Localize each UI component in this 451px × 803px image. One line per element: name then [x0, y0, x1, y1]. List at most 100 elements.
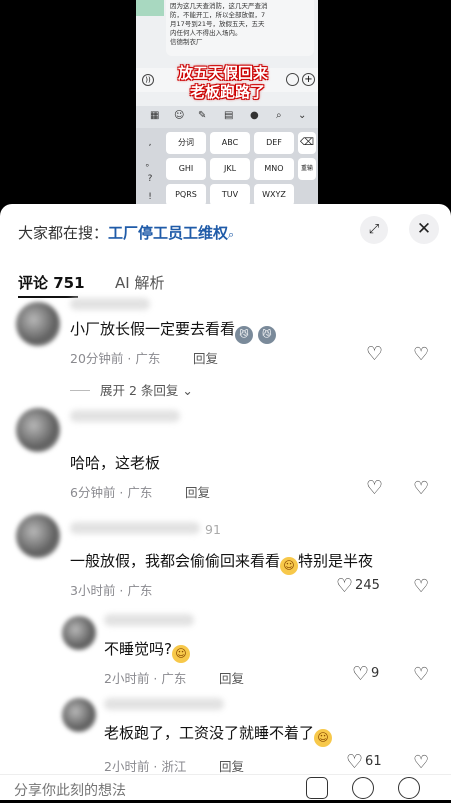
dislike-icon[interactable]: ♡: [413, 752, 429, 773]
voice-icon: )): [142, 74, 154, 86]
video-frame: 因为这几天查消防，这几天严查消 防，不能开工，所以全部放假，7 月17号到21号…: [0, 0, 451, 210]
keyboard-side-key: ?: [147, 174, 153, 184]
comment-time: 3小时前 · 广东: [70, 583, 153, 598]
like-button[interactable]: ♡: [366, 343, 383, 365]
keyboard-key: DEF: [254, 132, 294, 154]
tab-underline: [18, 296, 78, 298]
comment-text: 小厂放长假一定要去看看 😼 😼: [70, 318, 276, 344]
edit-icon: ✎: [198, 110, 207, 121]
cat-emoji-icon: 😼: [257, 326, 276, 344]
keyboard-key: JKL: [210, 158, 250, 180]
close-icon[interactable]: ✕: [409, 214, 439, 244]
emoji-icon: [286, 73, 299, 86]
keyboard-key: MNO: [254, 158, 294, 180]
reply-body: 不睡觉吗?: [104, 640, 172, 658]
like-button[interactable]: ♡ 9: [352, 663, 379, 685]
reply-text: 不睡觉吗? ☺: [104, 638, 190, 663]
chat-line: 信德制衣厂: [170, 38, 203, 46]
keyboard-key: WXYZ: [254, 184, 294, 206]
dislike-icon[interactable]: ♡: [413, 576, 429, 597]
heart-icon: ♡: [352, 663, 370, 685]
keyboard-side-key: ,: [148, 138, 152, 148]
expand-replies-label: 展开 2 条回复: [100, 383, 179, 398]
tab-comments[interactable]: 评论 751: [18, 272, 85, 293]
keyboard-key: PQRS: [166, 184, 206, 206]
heart-icon: ♡: [346, 751, 364, 773]
like-count: 9: [371, 666, 380, 681]
search-icon: ⌕: [228, 228, 235, 241]
keyboard-key: GHI: [166, 158, 206, 180]
chevron-down-icon: ⌄: [182, 383, 193, 398]
dislike-icon[interactable]: ♡: [413, 344, 429, 365]
grid-icon: ▦: [150, 110, 160, 121]
comment-sheet: 大家都在搜：工厂停工员工维权⌕ ⤢ ✕ 评论 751 AI 解析 小厂放长假一定…: [0, 204, 451, 800]
keyboard-toolbar: ▦ ☺ ✎ ▤ ● ⌕ ⌄: [136, 106, 318, 128]
tab-ai-analysis[interactable]: AI 解析: [115, 272, 164, 293]
heart-icon: ♡: [366, 477, 384, 499]
comment-body: 小厂放长假一定要去看看: [70, 320, 236, 338]
mention-icon[interactable]: [352, 777, 374, 799]
comment-body: 特别是半夜: [298, 552, 374, 570]
dislike-icon[interactable]: ♡: [413, 664, 429, 685]
emoji-icon[interactable]: [398, 777, 420, 799]
chat-message-bubble: 因为这几天查消防，这几天严查消 防，不能开工，所以全部放假，7 月17号到21号…: [166, 0, 314, 56]
chat-line: 因为这几天查消防，这几天严查消: [170, 2, 268, 10]
avatar[interactable]: [62, 698, 96, 732]
reply-button[interactable]: 回复: [193, 348, 218, 367]
smile-emoji-icon: ☺: [280, 557, 299, 575]
avatar[interactable]: [16, 302, 60, 346]
like-count: 245: [355, 578, 380, 593]
reply-button[interactable]: 回复: [185, 482, 210, 501]
image-icon[interactable]: [306, 777, 328, 799]
like-button[interactable]: ♡ 245: [336, 575, 380, 597]
keyboard-side-key: !: [148, 192, 152, 202]
keyboard-key: 分词: [166, 132, 206, 154]
expand-replies-button[interactable]: 展开 2 条回复 ⌄: [70, 380, 193, 399]
username[interactable]: [70, 410, 180, 422]
smile-emoji-icon: ☺: [314, 729, 333, 747]
expand-icon[interactable]: ⤢: [360, 216, 388, 244]
emoji-icon: ☺: [174, 110, 185, 121]
like-button[interactable]: ♡: [366, 477, 383, 499]
like-button[interactable]: ♡ 61: [346, 751, 382, 773]
video-caption: 放五天假回来: [178, 64, 269, 82]
avatar[interactable]: [62, 616, 96, 650]
reply-button[interactable]: 回复: [219, 668, 244, 687]
avatar[interactable]: [16, 514, 60, 558]
keyboard-key: TUV: [210, 184, 250, 206]
comment-time: 6分钟前 · 广东: [70, 485, 153, 500]
comment-text: 一般放假，我都会偷偷回来看看 ☺ 特别是半夜: [70, 550, 373, 575]
grin-emoji-icon: ☺: [171, 645, 190, 663]
reply-text: 老板跑了，工资没了就睡不着了 ☺: [104, 722, 333, 747]
cat-emoji-icon: 😼: [235, 326, 254, 344]
username-fragment: 91: [205, 522, 221, 537]
comment-input[interactable]: [14, 779, 294, 803]
chat-line: 月17号到21号，放假五天，五天: [170, 20, 265, 28]
comment-composer: [0, 774, 451, 803]
chat-line: 防，不能开工，所以全部放假，7: [170, 11, 266, 19]
divider: [70, 390, 90, 391]
reply-time: 2小时前 · 广东: [104, 671, 187, 686]
video-caption: 老板跑路了: [190, 83, 266, 101]
search-keyword[interactable]: 工厂停工员工维权: [108, 224, 228, 242]
chat-background-pattern: [136, 0, 164, 16]
dislike-icon[interactable]: ♡: [413, 478, 429, 499]
delete-icon: ⌫: [298, 132, 316, 154]
username[interactable]: [104, 614, 194, 626]
clipboard-icon: ▤: [224, 110, 234, 121]
username[interactable]: [70, 522, 200, 534]
chevron-down-icon: ⌄: [298, 110, 307, 121]
plus-icon: +: [302, 73, 315, 86]
reply-body: 老板跑了，工资没了就睡不着了: [104, 724, 315, 742]
reply-button[interactable]: 回复: [219, 756, 244, 775]
reply-time: 2小时前 · 浙江: [104, 759, 187, 774]
username[interactable]: [70, 298, 150, 310]
avatar[interactable]: [16, 408, 60, 452]
search-icon: ⌕: [276, 110, 282, 121]
keyboard: , 。 ? ! 分词 ABC DEF ⌫ GHI JKL MNO 重输 PQRS…: [136, 128, 318, 210]
search-suggestion[interactable]: 大家都在搜：工厂停工员工维权⌕: [18, 222, 234, 243]
heart-icon: ♡: [366, 343, 384, 365]
username[interactable]: [104, 698, 224, 710]
comment-time: 20分钟前 · 广东: [70, 351, 161, 366]
keyboard-side-key: 。: [145, 159, 155, 169]
